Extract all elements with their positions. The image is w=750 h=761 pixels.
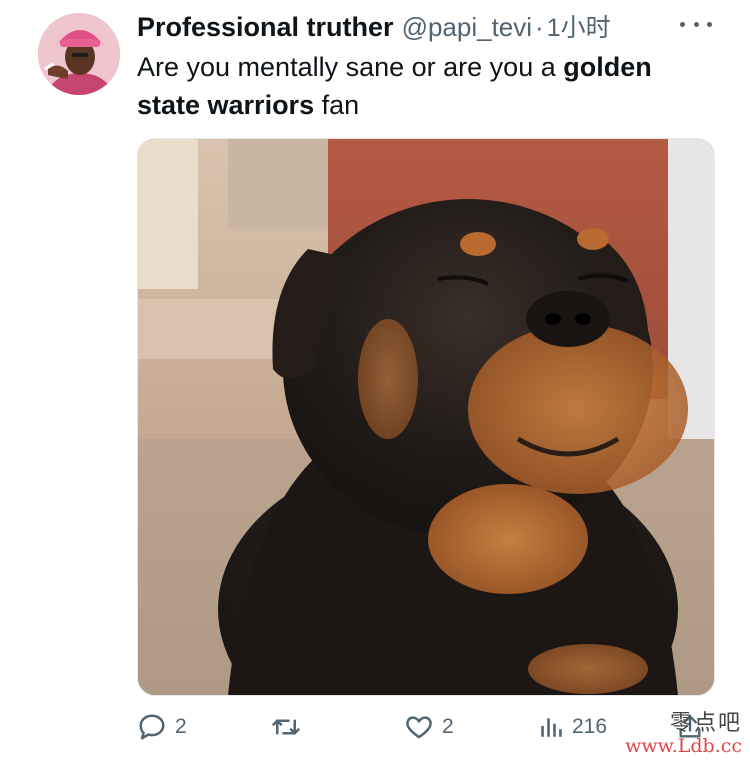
- retweet-icon: [272, 719, 300, 735]
- views-button[interactable]: 216: [538, 705, 607, 749]
- user-handle[interactable]: @papi_tevi: [402, 12, 532, 43]
- tweet-text-part: fan: [314, 90, 360, 120]
- reply-count: 2: [175, 715, 187, 738]
- watermark: 零点吧 www.Ldb.cc: [625, 710, 742, 758]
- tweet-text-part: Are you mentally sane or are you a: [137, 52, 564, 82]
- like-button[interactable]: 2: [404, 705, 454, 749]
- watermark-title: 零点吧: [669, 710, 742, 736]
- like-count: 2: [442, 715, 454, 738]
- views-chart-icon: [541, 718, 562, 737]
- retweet-button[interactable]: [270, 705, 310, 749]
- avatar[interactable]: [38, 13, 120, 95]
- avatar-image: [38, 13, 120, 95]
- tweet-media[interactable]: [137, 138, 715, 696]
- more-dots-icon[interactable]: [680, 14, 712, 34]
- views-count: 216: [572, 715, 608, 738]
- reply-icon: [139, 714, 165, 740]
- tweet-header: Professional truther @papi_tevi · 1小时: [137, 8, 611, 44]
- tweet-card[interactable]: Professional truther @papi_tevi · 1小时 Ar…: [0, 0, 750, 761]
- timestamp[interactable]: 1小时: [547, 8, 611, 44]
- watermark-url: www.Ldb.cc: [625, 735, 742, 758]
- heart-icon: [406, 716, 432, 739]
- tweet-text: Are you mentally sane or are you a golde…: [137, 48, 717, 124]
- rottweiler-photo: [138, 139, 714, 695]
- separator-dot: ·: [535, 12, 544, 42]
- reply-button[interactable]: 2: [137, 705, 187, 749]
- display-name[interactable]: Professional truther: [137, 12, 394, 43]
